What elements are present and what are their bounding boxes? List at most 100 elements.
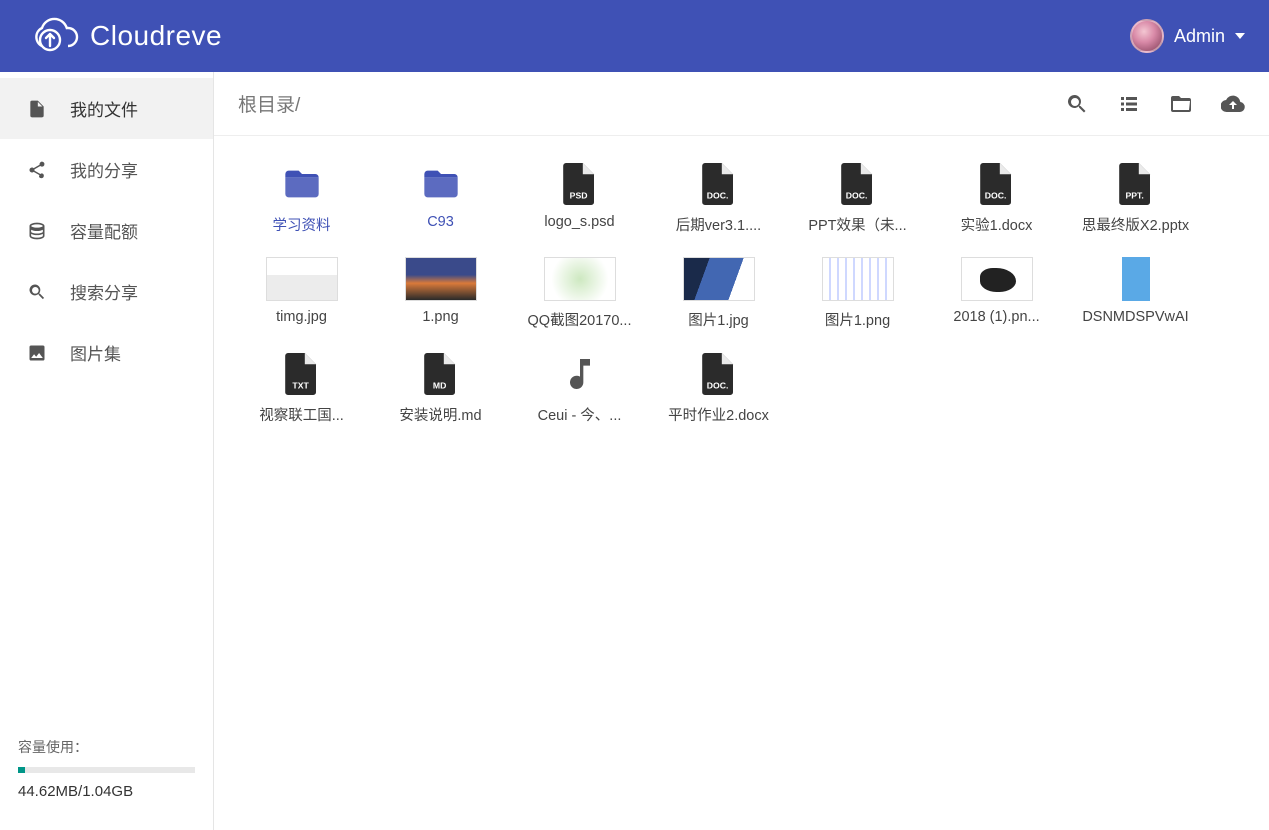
- file-name-label: 视察联工国...: [259, 404, 344, 425]
- storage-bar: [18, 767, 195, 773]
- sidebar-item-search-shares[interactable]: 搜索分享: [0, 261, 213, 322]
- file-name-label: 图片1.png: [825, 309, 890, 330]
- sidebar: 我的文件 我的分享 容量配额 搜索分享 图片集 容量使用：: [0, 72, 214, 830]
- image-icon: [26, 342, 48, 364]
- open-folder-button[interactable]: [1169, 92, 1193, 116]
- file-icon: MD: [381, 350, 501, 398]
- file-icon: [26, 98, 48, 120]
- breadcrumb[interactable]: 根目录/: [238, 90, 300, 117]
- sidebar-item-label: 我的文件: [70, 96, 138, 121]
- database-icon: [26, 220, 48, 242]
- sidebar-item-label: 容量配额: [70, 218, 138, 243]
- image-thumbnail: [242, 255, 362, 303]
- cloud-logo-icon: [24, 16, 80, 56]
- svg-text:PSD: PSD: [569, 191, 587, 201]
- file-item[interactable]: PPT. 思最终版X2.pptx: [1068, 154, 1203, 241]
- folder-item[interactable]: 学习资料: [234, 154, 369, 241]
- app-name: Cloudreve: [90, 20, 222, 52]
- storage-text: 44.62MB/1.04GB: [18, 783, 195, 800]
- file-name-label: 思最终版X2.pptx: [1082, 214, 1189, 235]
- file-item[interactable]: DOC. 实验1.docx: [929, 154, 1064, 241]
- svg-text:DOC.: DOC.: [706, 381, 728, 391]
- image-thumbnail: [381, 255, 501, 303]
- toolbar: 根目录/: [214, 72, 1269, 136]
- file-item[interactable]: Ceui - 今、...: [512, 344, 647, 431]
- toolbar-actions: [1065, 92, 1245, 116]
- storage-widget: 容量使用： 44.62MB/1.04GB: [0, 721, 213, 830]
- sidebar-item-my-files[interactable]: 我的文件: [0, 78, 213, 139]
- file-item[interactable]: 图片1.jpg: [651, 249, 786, 336]
- file-name-label: 2018 (1).pn...: [953, 309, 1039, 325]
- image-thumbnail: [520, 255, 640, 303]
- svg-text:PPT.: PPT.: [1125, 191, 1143, 201]
- file-name-label: 1.png: [422, 309, 458, 325]
- file-icon: DOC.: [659, 350, 779, 398]
- file-name-label: 平时作业2.docx: [668, 404, 769, 425]
- sidebar-item-quota[interactable]: 容量配额: [0, 200, 213, 261]
- file-item[interactable]: 2018 (1).pn...: [929, 249, 1064, 336]
- upload-button[interactable]: [1221, 92, 1245, 116]
- folder-icon: [381, 160, 501, 208]
- svg-text:MD: MD: [432, 381, 445, 391]
- file-item[interactable]: DOC. PPT效果（未...: [790, 154, 925, 241]
- file-name-label: QQ截图20170...: [528, 309, 632, 330]
- file-icon: [520, 350, 640, 398]
- sidebar-item-label: 我的分享: [70, 157, 138, 182]
- file-item[interactable]: timg.jpg: [234, 249, 369, 336]
- sidebar-item-my-shares[interactable]: 我的分享: [0, 139, 213, 200]
- file-icon: DOC.: [798, 160, 918, 208]
- file-name-label: logo_s.psd: [544, 214, 614, 230]
- file-grid: 学习资料C93PSDlogo_s.psdDOC.后期ver3.1....DOC.…: [234, 154, 1249, 431]
- image-thumbnail: [659, 255, 779, 303]
- nav: 我的文件 我的分享 容量配额 搜索分享 图片集: [0, 72, 213, 383]
- search-icon: [26, 281, 48, 303]
- file-item[interactable]: DSNMDSPVwAI: [1068, 249, 1203, 336]
- user-menu[interactable]: Admin: [1130, 19, 1245, 53]
- file-item[interactable]: QQ截图20170...: [512, 249, 647, 336]
- file-name-label: C93: [427, 214, 454, 230]
- caret-down-icon: [1235, 33, 1245, 39]
- file-name-label: timg.jpg: [276, 309, 327, 325]
- file-grid-container: 学习资料C93PSDlogo_s.psdDOC.后期ver3.1....DOC.…: [214, 136, 1269, 830]
- file-name-label: PPT效果（未...: [808, 214, 906, 235]
- file-name-label: DSNMDSPVwAI: [1082, 309, 1188, 325]
- file-icon: TXT: [242, 350, 362, 398]
- file-item[interactable]: DOC. 平时作业2.docx: [651, 344, 786, 431]
- user-name-label: Admin: [1174, 26, 1225, 47]
- app-logo[interactable]: Cloudreve: [24, 16, 222, 56]
- folder-icon: [242, 160, 362, 208]
- file-item[interactable]: TXT 视察联工国...: [234, 344, 369, 431]
- svg-text:DOC.: DOC.: [984, 191, 1006, 201]
- file-item[interactable]: DOC. 后期ver3.1....: [651, 154, 786, 241]
- app-header: Cloudreve Admin: [0, 0, 1269, 72]
- search-button[interactable]: [1065, 92, 1089, 116]
- sidebar-item-gallery[interactable]: 图片集: [0, 322, 213, 383]
- storage-label: 容量使用：: [18, 737, 195, 757]
- svg-text:DOC.: DOC.: [845, 191, 867, 201]
- share-icon: [26, 159, 48, 181]
- file-item[interactable]: 1.png: [373, 249, 508, 336]
- list-view-button[interactable]: [1117, 92, 1141, 116]
- file-name-label: Ceui - 今、...: [538, 404, 622, 425]
- sidebar-item-label: 搜索分享: [70, 279, 138, 304]
- avatar: [1130, 19, 1164, 53]
- file-name-label: 学习资料: [273, 214, 331, 235]
- file-icon: DOC.: [937, 160, 1057, 208]
- main: 根目录/ 学习资料 C93 PSD logo_s.psd DOC. 后期ver3.1...…: [214, 72, 1269, 830]
- file-icon: PPT.: [1076, 160, 1196, 208]
- storage-fill: [18, 767, 25, 773]
- image-thumbnail: [1076, 255, 1196, 303]
- file-item[interactable]: MD 安装说明.md: [373, 344, 508, 431]
- image-thumbnail: [798, 255, 918, 303]
- folder-item[interactable]: C93: [373, 154, 508, 241]
- file-name-label: 后期ver3.1....: [676, 214, 761, 235]
- file-name-label: 安装说明.md: [399, 404, 481, 425]
- file-item[interactable]: 图片1.png: [790, 249, 925, 336]
- svg-text:DOC.: DOC.: [706, 191, 728, 201]
- file-icon: DOC.: [659, 160, 779, 208]
- file-item[interactable]: PSD logo_s.psd: [512, 154, 647, 241]
- svg-text:TXT: TXT: [292, 381, 309, 391]
- sidebar-item-label: 图片集: [70, 340, 121, 365]
- file-name-label: 实验1.docx: [961, 214, 1033, 235]
- file-icon: PSD: [520, 160, 640, 208]
